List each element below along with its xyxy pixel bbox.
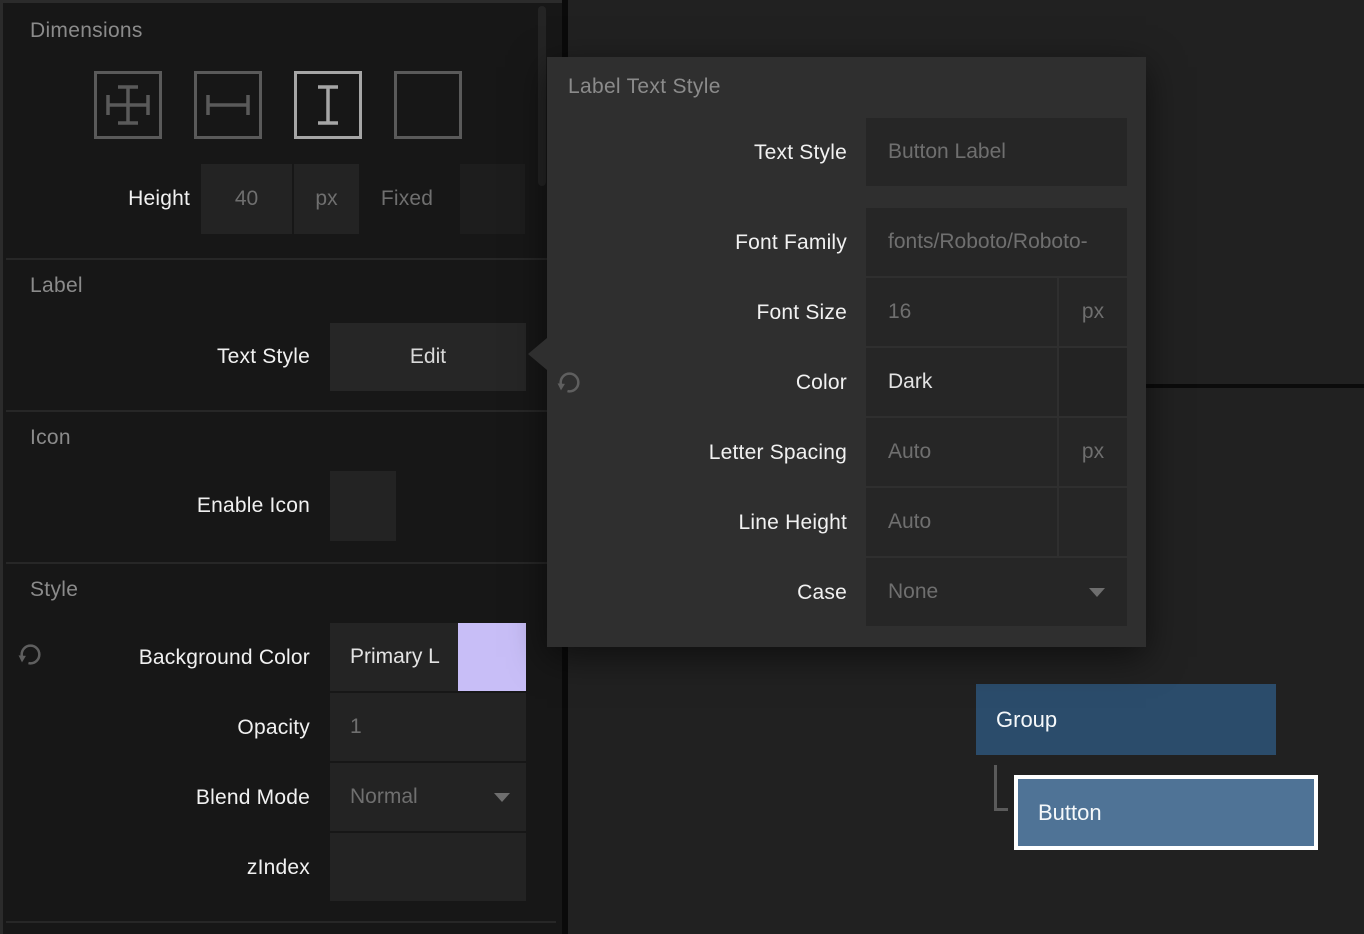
- pop-case-select[interactable]: None: [866, 558, 1127, 626]
- section-divider: [6, 258, 556, 260]
- pop-font-size-input[interactable]: 16: [866, 278, 1057, 346]
- pop-font-size-unit: px: [1082, 300, 1104, 324]
- text-style-edit-button[interactable]: Edit: [330, 323, 526, 391]
- size-mode-width-height-button[interactable]: [94, 71, 162, 139]
- chevron-down-icon: [494, 793, 510, 802]
- pop-text-style-value: Button Label: [888, 140, 1006, 164]
- text-style-label: Text Style: [60, 343, 310, 371]
- enable-icon-label: Enable Icon: [40, 492, 310, 520]
- app-screen: Dimensions Height 40 px Fixed Label: [0, 0, 1364, 934]
- inspector-panel: Dimensions Height 40 px Fixed Label: [0, 0, 562, 934]
- blend-mode-label: Blend Mode: [40, 784, 310, 812]
- opacity-value: 1: [350, 715, 362, 739]
- enable-icon-checkbox[interactable]: [330, 471, 396, 541]
- pop-font-family-value: fonts/Roboto/Roboto-: [888, 230, 1088, 254]
- pop-letter-spacing-input[interactable]: Auto: [866, 418, 1057, 486]
- size-mode-width-button[interactable]: [194, 71, 262, 139]
- layer-connector-line: [994, 808, 1008, 811]
- pop-letter-spacing-value: Auto: [888, 440, 931, 464]
- height-label: Height: [20, 185, 190, 213]
- height-unit: px: [315, 187, 337, 211]
- fixed-label: Fixed: [362, 185, 452, 213]
- section-title-dimensions: Dimensions: [30, 19, 143, 43]
- background-color-value[interactable]: Primary L: [330, 623, 458, 691]
- zindex-input[interactable]: [330, 833, 526, 901]
- height-unit-select[interactable]: px: [294, 164, 359, 234]
- pop-case-label: Case: [587, 579, 847, 607]
- background-color-swatch[interactable]: [458, 623, 526, 691]
- pop-letter-spacing-unit-select[interactable]: px: [1059, 418, 1127, 486]
- pop-color-value: Dark: [888, 370, 932, 394]
- canvas-button-node-selected[interactable]: Button: [1014, 775, 1318, 850]
- panel-scrollbar-thumb[interactable]: [538, 6, 546, 186]
- pop-font-family-label: Font Family: [587, 229, 847, 257]
- pop-letter-spacing-label: Letter Spacing: [587, 439, 847, 467]
- pop-letter-spacing-unit: px: [1082, 440, 1104, 464]
- size-mode-none-button[interactable]: [394, 71, 462, 139]
- pop-color-input[interactable]: Dark: [866, 348, 1057, 416]
- height-input[interactable]: 40: [201, 164, 292, 234]
- pop-font-size-label: Font Size: [587, 299, 847, 327]
- pop-color-label: Color: [587, 369, 847, 397]
- chevron-down-icon: [1089, 588, 1105, 597]
- popover-title: Label Text Style: [568, 75, 721, 99]
- section-divider: [6, 410, 556, 412]
- fixed-checkbox[interactable]: [460, 164, 525, 234]
- pop-line-height-unit-select[interactable]: [1059, 488, 1127, 556]
- pop-case-value: None: [888, 580, 938, 604]
- pop-text-style-input[interactable]: Button Label: [866, 118, 1127, 186]
- width-height-ibeam-icon: [97, 74, 159, 136]
- layer-connector-line: [994, 765, 997, 811]
- section-divider: [6, 921, 556, 923]
- pop-font-size-unit-select[interactable]: px: [1059, 278, 1127, 346]
- button-node-label: Button: [1038, 800, 1102, 825]
- section-title-label: Label: [30, 274, 83, 298]
- zindex-label: zIndex: [40, 854, 310, 882]
- empty-square-icon: [397, 74, 459, 136]
- pop-font-size-value: 16: [888, 300, 911, 324]
- pop-line-height-input[interactable]: Auto: [866, 488, 1057, 556]
- blend-mode-select[interactable]: Normal: [330, 763, 526, 831]
- height-value: 40: [235, 187, 258, 211]
- label-text-style-popover: Label Text Style Text Style Button Label…: [547, 57, 1146, 647]
- blend-mode-value: Normal: [350, 785, 418, 809]
- opacity-input[interactable]: 1: [330, 693, 526, 761]
- pop-text-style-label: Text Style: [587, 139, 847, 167]
- opacity-label: Opacity: [40, 714, 310, 742]
- reset-text-style-icon[interactable]: [556, 369, 583, 396]
- panel-left-edge: [0, 0, 3, 934]
- pop-line-height-label: Line Height: [587, 509, 847, 537]
- pop-font-family-input[interactable]: fonts/Roboto/Roboto-: [866, 208, 1127, 276]
- background-color-label: Background Color: [40, 644, 310, 672]
- section-title-icon: Icon: [30, 426, 71, 450]
- panel-top-edge: [0, 0, 562, 3]
- size-mode-height-button[interactable]: [294, 71, 362, 139]
- popover-arrow: [528, 338, 547, 370]
- section-title-style: Style: [30, 578, 78, 602]
- width-ibeam-icon: [197, 74, 259, 136]
- group-node-label: Group: [996, 707, 1057, 732]
- height-ibeam-icon: [297, 74, 359, 136]
- canvas-group-node[interactable]: Group: [976, 684, 1276, 755]
- pop-line-height-value: Auto: [888, 510, 931, 534]
- pop-color-swatch[interactable]: [1059, 348, 1127, 416]
- section-divider: [6, 562, 556, 564]
